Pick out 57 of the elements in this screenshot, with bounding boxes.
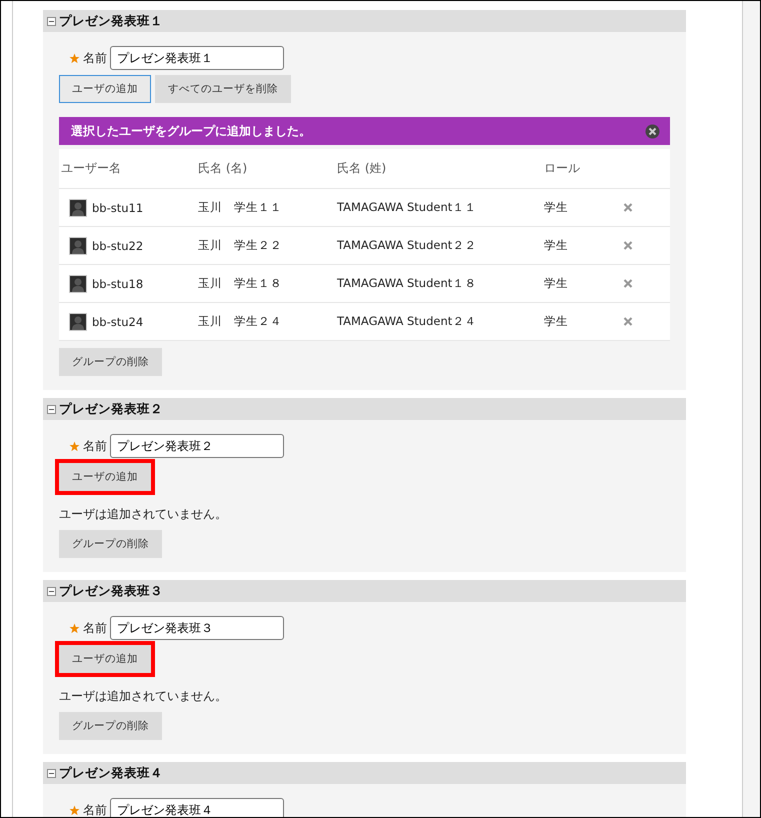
column-header: 氏名 (姓) xyxy=(336,160,388,177)
empty-message: ユーザは追加されていません。 xyxy=(59,506,228,523)
required-icon xyxy=(69,52,80,64)
first-name-cell-text: 玉川 学生２４ xyxy=(197,314,283,329)
group-title: プレゼン発表班４ xyxy=(59,764,163,782)
name-field[interactable]: プレゼン発表班４ xyxy=(110,798,284,817)
avatar-icon xyxy=(69,274,87,292)
name-label: 名前 xyxy=(83,50,107,66)
name-field[interactable]: プレゼン発表班２ xyxy=(110,434,284,458)
required-icon xyxy=(69,622,80,634)
name-field[interactable]: プレゼン発表班１ xyxy=(110,46,284,70)
avatar-icon xyxy=(69,198,87,216)
name-label: 名前 xyxy=(83,620,107,636)
group-title: プレゼン発表班３ xyxy=(59,582,163,600)
remove-all-users-button[interactable]: すべてのユーザを削除 xyxy=(155,75,291,103)
add-user-button[interactable]: ユーザの追加 xyxy=(59,75,151,103)
column-header: ユーザー名 xyxy=(60,160,122,177)
username-cell: bb-stu11 xyxy=(92,200,144,214)
delete-group-button[interactable]: グループの削除 xyxy=(59,530,162,558)
remove-icon[interactable] xyxy=(621,317,633,326)
success-message: 選択したユーザをグループに追加しました。 xyxy=(71,122,311,140)
remove-icon[interactable] xyxy=(621,241,633,250)
last-name-cell-text: TAMAGAWA Student２４ xyxy=(336,314,478,329)
remove-icon[interactable] xyxy=(621,203,633,212)
role-cell-text: 学生 xyxy=(543,314,569,329)
group-title: プレゼン発表班１ xyxy=(59,12,163,30)
collapse-icon[interactable] xyxy=(47,768,56,778)
delete-group-button[interactable]: グループの削除 xyxy=(59,348,162,376)
first-name-cell-text: 玉川 学生１８ xyxy=(197,276,283,291)
name-label: 名前 xyxy=(83,802,107,817)
delete-group-button[interactable]: グループの削除 xyxy=(59,712,162,740)
first-name-cell-text: 玉川 学生１１ xyxy=(197,200,283,215)
empty-message: ユーザは追加されていません。 xyxy=(59,688,228,705)
last-name-cell-text: TAMAGAWA Student１８ xyxy=(336,276,478,291)
avatar-icon xyxy=(69,312,87,330)
column-header: ロール xyxy=(543,160,581,177)
avatar-icon xyxy=(69,236,87,254)
close-icon[interactable] xyxy=(645,124,660,138)
username-cell: bb-stu24 xyxy=(92,314,144,328)
username-cell: bb-stu22 xyxy=(92,238,144,252)
collapse-icon[interactable] xyxy=(47,586,56,596)
role-cell-text: 学生 xyxy=(543,276,569,291)
remove-icon[interactable] xyxy=(621,279,633,288)
collapse-icon[interactable] xyxy=(47,404,56,414)
last-name-cell-text: TAMAGAWA Student２２ xyxy=(336,238,478,253)
role-cell-text: 学生 xyxy=(543,238,569,253)
required-icon xyxy=(69,804,80,816)
group-title: プレゼン発表班２ xyxy=(59,400,163,418)
required-icon xyxy=(69,440,80,452)
first-name-cell-text: 玉川 学生２２ xyxy=(197,238,283,253)
last-name-cell-text: TAMAGAWA Student１１ xyxy=(336,200,478,215)
username-cell: bb-stu18 xyxy=(92,276,144,290)
column-header: 氏名 (名) xyxy=(197,160,248,177)
collapse-icon[interactable] xyxy=(47,16,56,26)
name-label: 名前 xyxy=(83,438,107,454)
role-cell-text: 学生 xyxy=(543,200,569,215)
name-field[interactable]: プレゼン発表班３ xyxy=(110,616,284,640)
